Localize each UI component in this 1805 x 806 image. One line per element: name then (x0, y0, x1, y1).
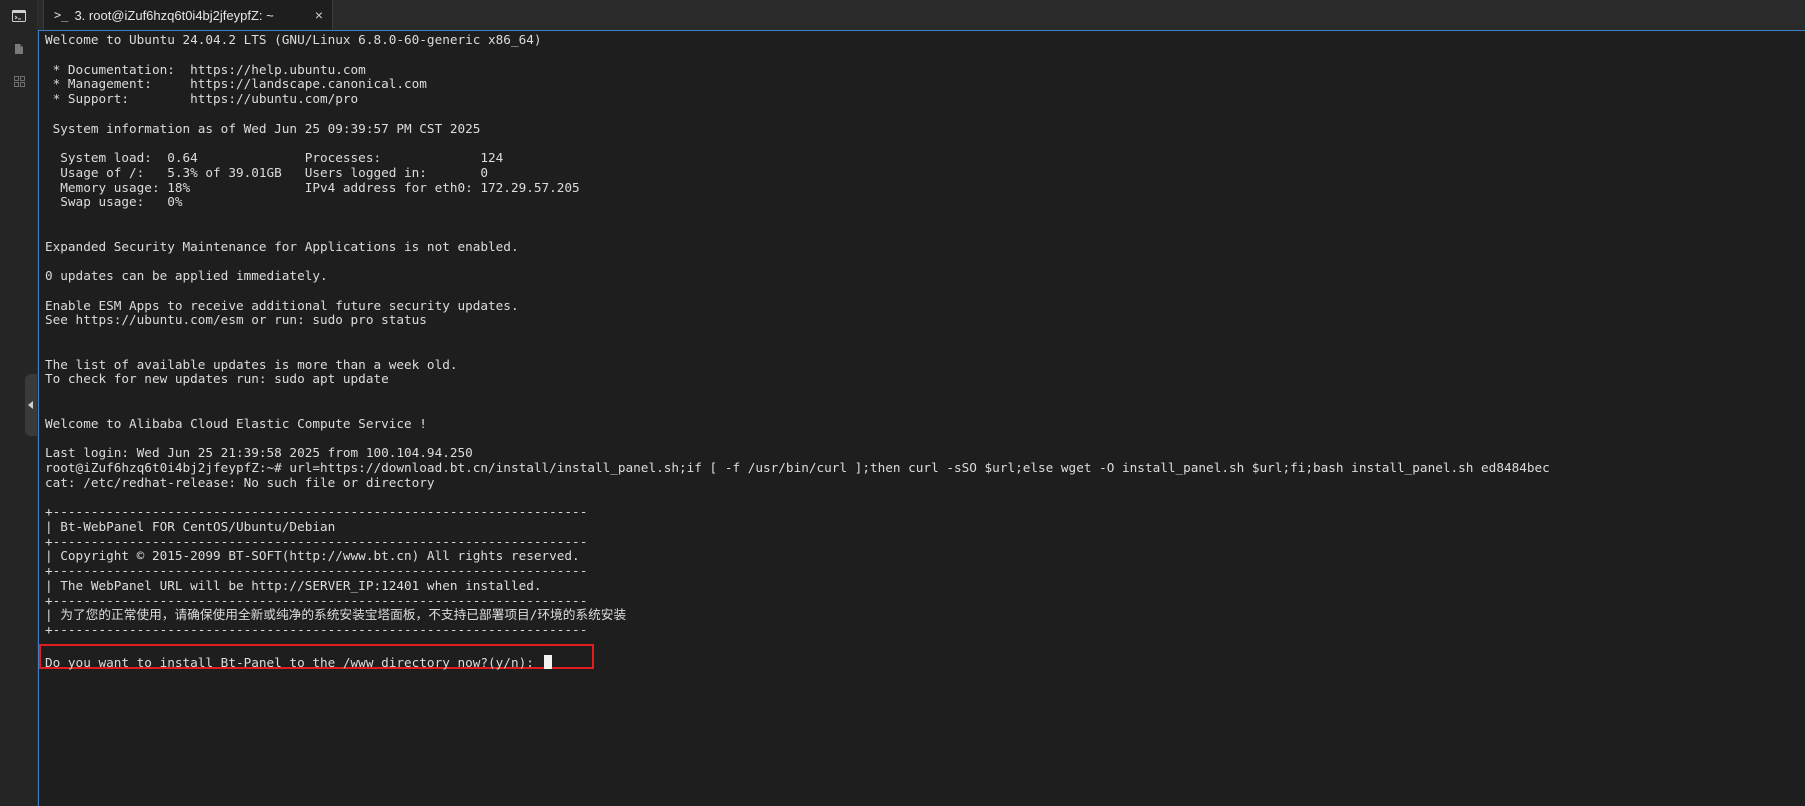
terminal-line: Welcome to Ubuntu 24.04.2 LTS (GNU/Linux… (45, 32, 542, 47)
terminal-line: Swap usage: 0% (45, 194, 183, 210)
grid-icon[interactable] (11, 73, 27, 89)
terminal-line: To check for new updates run: sudo apt u… (45, 371, 389, 387)
sidebar (0, 0, 38, 806)
terminal-app: >_ 3. root@iZuf6hzq6t0i4bj2jfeypfZ: ~ × … (0, 0, 1805, 806)
collapse-sidebar-handle[interactable] (25, 374, 37, 436)
terminal-line: cat: /etc/redhat-release: No such file o… (45, 474, 435, 490)
terminal-line: See https://ubuntu.com/esm or run: sudo … (45, 312, 427, 328)
tab-title: 3. root@iZuf6hzq6t0i4bj2jfeypfZ: ~ (74, 7, 274, 23)
terminal-line: System information as of Wed Jun 25 09:3… (45, 120, 481, 136)
file-icon[interactable] (11, 41, 27, 57)
install-prompt[interactable]: Do you want to install Bt-Panel to the /… (45, 654, 552, 671)
terminal-line: 0 updates can be applied immediately. (45, 268, 328, 283)
prompt-icon: >_ (54, 8, 69, 22)
terminal-line: Expanded Security Maintenance for Applic… (45, 238, 519, 254)
terminal-output[interactable]: Do you want to install Bt-Panel to the /… (38, 31, 1805, 806)
text-cursor (543, 654, 552, 669)
close-icon[interactable]: × (315, 7, 323, 23)
tab-bar: >_ 3. root@iZuf6hzq6t0i4bj2jfeypfZ: ~ × (38, 0, 1805, 31)
terminal-line: Welcome to Alibaba Cloud Elastic Compute… (45, 415, 427, 431)
terminal-line: +---------------------------------------… (45, 622, 588, 637)
terminal-line: * Support: https://ubuntu.com/pro (45, 91, 359, 106)
terminal-icon[interactable] (11, 8, 27, 24)
chevron-left-icon (28, 401, 33, 409)
install-prompt-text: Do you want to install Bt-Panel to the /… (45, 654, 542, 670)
terminal-tab[interactable]: >_ 3. root@iZuf6hzq6t0i4bj2jfeypfZ: ~ × (43, 0, 333, 30)
